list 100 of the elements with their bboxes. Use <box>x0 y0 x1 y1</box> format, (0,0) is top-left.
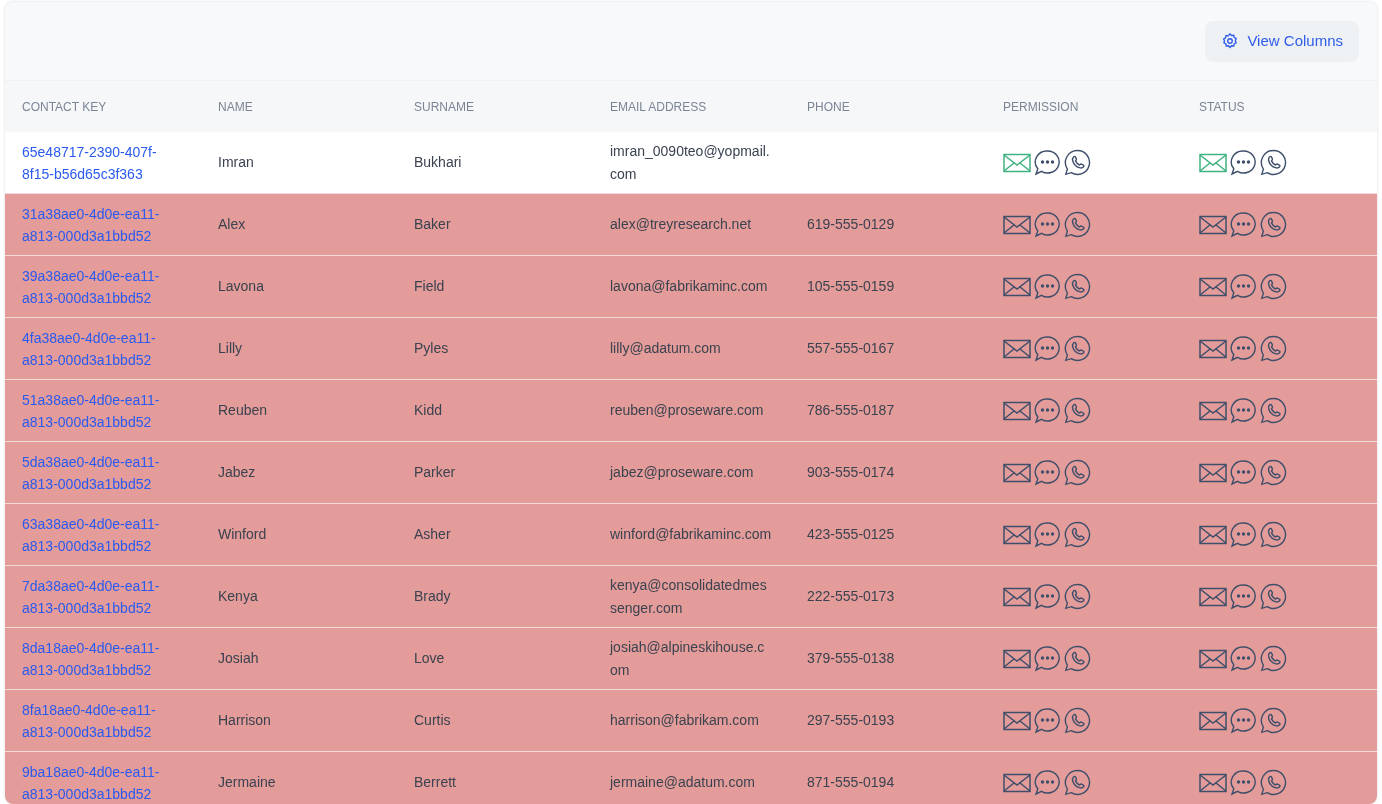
phone-bubble-icon <box>1064 769 1091 796</box>
contact-key-link[interactable]: 5da38ae0-4d0e-ea11-a813-000d3a1bbd52 <box>22 450 182 495</box>
phone-bubble-icon <box>1064 149 1091 176</box>
contact-key-link[interactable]: 4fa38ae0-4d0e-ea11-a813-000d3a1bbd52 <box>22 326 182 371</box>
view-columns-button[interactable]: View Columns <box>1205 20 1359 62</box>
chat-bubble-icon <box>1230 397 1257 424</box>
contact-key-link[interactable]: 8da18ae0-4d0e-ea11-a813-000d3a1bbd52 <box>22 636 182 681</box>
table-cell: Alex <box>218 216 246 232</box>
column-header: PHONE <box>807 98 851 116</box>
phone-bubble-icon <box>1260 583 1287 610</box>
phone-bubble-icon <box>1260 273 1287 300</box>
table-cell-text: reuben@proseware.com <box>610 401 765 420</box>
phone-bubble-icon <box>1064 521 1091 548</box>
table-cell-text: lilly@adatum.com <box>610 339 722 358</box>
chat-bubble-icon <box>1230 645 1257 672</box>
contact-key-link[interactable]: 8fa18ae0-4d0e-ea11-a813-000d3a1bbd52 <box>22 698 182 743</box>
column-header: NAME <box>218 98 254 116</box>
phone-bubble-icon <box>1260 149 1287 176</box>
phone-bubble-icon <box>1064 459 1091 486</box>
table-cell: Brady <box>414 588 451 604</box>
table-cell: Jermaine <box>218 774 276 790</box>
chat-bubble-icon <box>1230 149 1257 176</box>
chat-bubble-icon <box>1230 273 1257 300</box>
table-cell-text: jermaine@adatum.com <box>610 773 756 792</box>
contact-key-link[interactable]: 51a38ae0-4d0e-ea11-a813-000d3a1bbd52 <box>22 388 182 433</box>
table-cell: 379-555-0138 <box>807 650 895 666</box>
phone-bubble-icon <box>1064 335 1091 362</box>
table-cell-text: josiah@alpineskihouse.com <box>610 637 766 680</box>
table-cell: Josiah <box>218 650 259 666</box>
column-header: SURNAME <box>414 98 475 116</box>
phone-bubble-icon <box>1260 335 1287 362</box>
table-cell: 871-555-0194 <box>807 774 895 790</box>
table-cell: 222-555-0173 <box>807 588 895 604</box>
table-cell: Parker <box>414 464 456 480</box>
table-cell-text: winford@fabrikaminc.com <box>610 525 772 544</box>
phone-bubble-icon <box>1260 707 1287 734</box>
phone-bubble-icon <box>1260 397 1287 424</box>
table-cell: 297-555-0193 <box>807 712 895 728</box>
chat-bubble-icon <box>1034 149 1061 176</box>
phone-bubble-icon <box>1260 645 1287 672</box>
column-header: EMAIL ADDRESS <box>610 98 708 116</box>
phone-bubble-icon <box>1260 211 1287 238</box>
contact-key-link[interactable]: 9ba18ae0-4d0e-ea11-a813-000d3a1bbd52 <box>22 760 182 804</box>
phone-bubble-icon <box>1064 211 1091 238</box>
chat-bubble-icon <box>1230 459 1257 486</box>
table-cell: Field <box>414 278 445 294</box>
table-cell: Harrison <box>218 712 271 728</box>
chat-bubble-icon <box>1230 211 1257 238</box>
table-cell: Pyles <box>414 340 449 356</box>
table-cell-text: lavona@fabrikaminc.com <box>610 277 769 296</box>
table-cell: Winford <box>218 526 267 542</box>
chat-bubble-icon <box>1230 521 1257 548</box>
chat-bubble-icon <box>1034 211 1061 238</box>
table-cell: 903-555-0174 <box>807 464 895 480</box>
table-cell: 423-555-0125 <box>807 526 895 542</box>
table-cell-text: alex@treyresearch.net <box>610 215 753 234</box>
table-cell: Kenya <box>218 588 258 604</box>
table-cell: 786-555-0187 <box>807 402 895 418</box>
table-cell: Lilly <box>218 340 243 356</box>
table-cell-text: jabez@proseware.com <box>610 463 755 482</box>
contact-key-link[interactable]: 39a38ae0-4d0e-ea11-a813-000d3a1bbd52 <box>22 264 182 309</box>
phone-bubble-icon <box>1260 521 1287 548</box>
phone-bubble-icon <box>1260 459 1287 486</box>
chat-bubble-icon <box>1230 769 1257 796</box>
table-cell: Lavona <box>218 278 264 294</box>
phone-bubble-icon <box>1064 707 1091 734</box>
table-cell: Reuben <box>218 402 268 418</box>
chat-bubble-icon <box>1034 769 1061 796</box>
table-cell: Imran <box>218 154 254 170</box>
chat-bubble-icon <box>1034 521 1061 548</box>
column-header: PERMISSION <box>1003 98 1080 116</box>
table-cell: 619-555-0129 <box>807 216 895 232</box>
chat-bubble-icon <box>1034 335 1061 362</box>
table-cell-text: harrison@fabrikam.com <box>610 711 760 730</box>
column-header: CONTACT KEY <box>22 98 108 116</box>
column-header: STATUS <box>1199 98 1246 116</box>
chat-bubble-icon <box>1034 273 1061 300</box>
phone-bubble-icon <box>1064 583 1091 610</box>
phone-bubble-icon <box>1064 645 1091 672</box>
chat-bubble-icon <box>1230 583 1257 610</box>
chat-bubble-icon <box>1230 335 1257 362</box>
contact-key-link[interactable]: 65e48717-2390-407f-8f15-b56d65c3f363 <box>22 140 182 185</box>
chat-bubble-icon <box>1034 459 1061 486</box>
contact-key-link[interactable]: 63a38ae0-4d0e-ea11-a813-000d3a1bbd52 <box>22 512 182 557</box>
chat-bubble-icon <box>1034 707 1061 734</box>
phone-bubble-icon <box>1064 273 1091 300</box>
gear-icon <box>1221 32 1240 50</box>
table-cell: 105-555-0159 <box>807 278 895 294</box>
chat-bubble-icon <box>1034 645 1061 672</box>
table-cell: Bukhari <box>414 154 462 170</box>
table-cell: Kidd <box>414 402 443 418</box>
table-cell: 557-555-0167 <box>807 340 895 356</box>
phone-bubble-icon <box>1064 397 1091 424</box>
contact-key-link[interactable]: 31a38ae0-4d0e-ea11-a813-000d3a1bbd52 <box>22 202 182 247</box>
table-cell-text: imran_0090teo@yopmail.com <box>610 141 771 184</box>
chat-bubble-icon <box>1034 397 1061 424</box>
phone-bubble-icon <box>1260 769 1287 796</box>
table-cell: Baker <box>414 216 451 232</box>
table-cell-text: kenya@consolidatedmessenger.com <box>610 575 768 618</box>
contact-key-link[interactable]: 7da38ae0-4d0e-ea11-a813-000d3a1bbd52 <box>22 574 182 619</box>
